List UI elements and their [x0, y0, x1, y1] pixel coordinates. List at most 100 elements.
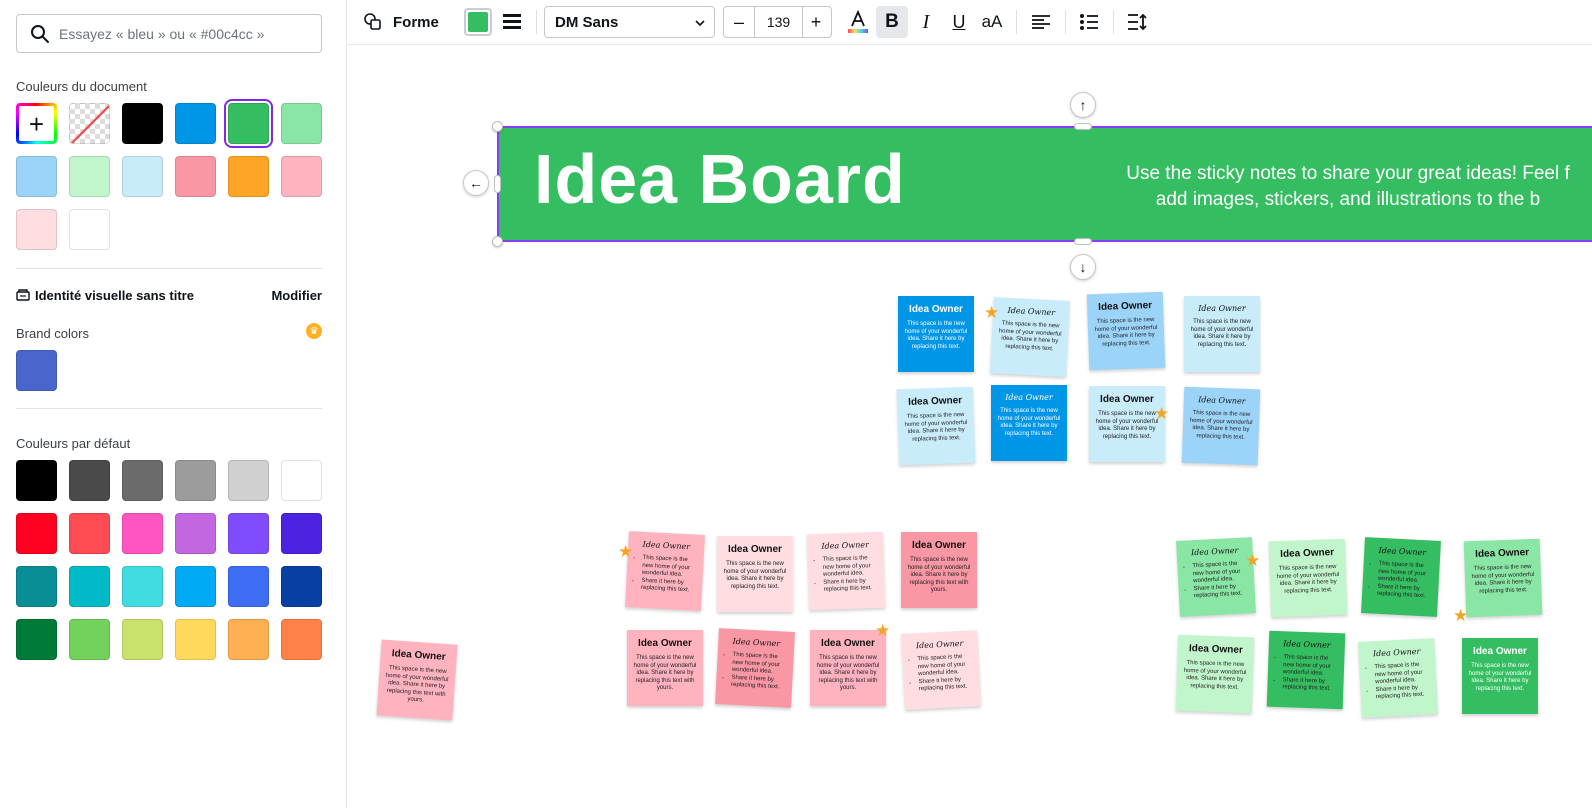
sticky-note[interactable]: Idea Owner This space is the new home of …: [625, 531, 705, 611]
sticky-note[interactable]: Idea Owner This space is the new home of …: [1089, 386, 1165, 462]
default-color-swatch[interactable]: [16, 460, 57, 501]
default-color-swatch[interactable]: [16, 513, 57, 554]
shape-button[interactable]: Forme: [359, 6, 443, 38]
banner-subtitle[interactable]: Use the sticky notes to share your great…: [1088, 161, 1592, 213]
resize-handle-top[interactable]: [1074, 123, 1092, 130]
document-color-swatch[interactable]: [281, 156, 322, 197]
sticky-note[interactable]: Idea Owner This space is the new home of …: [1361, 537, 1441, 617]
font-size-input[interactable]: 139: [754, 7, 803, 37]
default-color-swatch[interactable]: [228, 619, 269, 660]
sticky-note[interactable]: Idea Owner This space is the new home of …: [901, 630, 981, 710]
border-style-button[interactable]: [498, 6, 526, 38]
sticky-note[interactable]: Idea Owner This space is the new home of …: [810, 630, 886, 706]
default-color-swatch[interactable]: [228, 460, 269, 501]
decrease-font-size-button[interactable]: –: [724, 7, 754, 37]
default-color-swatch[interactable]: [69, 460, 110, 501]
default-color-swatch[interactable]: [281, 513, 322, 554]
font-family-select[interactable]: DM Sans: [544, 6, 715, 38]
default-color-swatch[interactable]: [122, 566, 163, 607]
sticky-note[interactable]: Idea Owner This space is the new home of …: [376, 639, 458, 721]
letter-case-button[interactable]: aA: [976, 6, 1008, 38]
italic-button[interactable]: I: [910, 6, 942, 38]
star-sticker-icon[interactable]: ★: [984, 304, 999, 321]
document-color-swatch[interactable]: [281, 103, 322, 144]
sticky-note[interactable]: Idea Owner This space is the new home of …: [896, 386, 976, 466]
sticky-note[interactable]: Idea Owner This space is the new home of …: [717, 536, 793, 612]
list-button[interactable]: [1073, 6, 1105, 38]
edit-brand-kit-button[interactable]: Modifier: [271, 288, 322, 303]
resize-handle-bottom[interactable]: [1074, 238, 1092, 245]
document-color-swatch[interactable]: [175, 103, 216, 144]
star-sticker-icon[interactable]: ★: [1154, 405, 1169, 422]
resize-handle-top-left[interactable]: [492, 121, 503, 132]
resize-handle-left[interactable]: [494, 175, 501, 193]
sticky-note[interactable]: Idea Owner This space is the new home of …: [990, 297, 1070, 377]
idea-board-banner[interactable]: Idea Board Use the sticky notes to share…: [498, 127, 1592, 241]
sticky-note[interactable]: Idea Owner This space is the new home of …: [991, 385, 1067, 461]
document-color-swatch[interactable]: [122, 103, 163, 144]
document-color-swatch[interactable]: [122, 156, 163, 197]
sticky-note[interactable]: Idea Owner This space is the new home of …: [1358, 638, 1438, 718]
document-color-swatch[interactable]: [16, 156, 57, 197]
default-color-swatch[interactable]: [281, 566, 322, 607]
document-color-swatch[interactable]: [16, 209, 57, 250]
document-color-swatch[interactable]: [228, 103, 269, 144]
star-sticker-icon[interactable]: ★: [1453, 607, 1468, 624]
default-color-swatch[interactable]: [16, 566, 57, 607]
sticky-note[interactable]: Idea Owner This space is the new home of …: [627, 630, 703, 706]
document-color-swatch[interactable]: [228, 156, 269, 197]
default-color-swatch[interactable]: [16, 619, 57, 660]
sticky-note[interactable]: Idea Owner This space is the new home of …: [1184, 296, 1260, 372]
document-color-swatch[interactable]: [69, 156, 110, 197]
sticky-note[interactable]: Idea Owner This space is the new home of …: [715, 628, 795, 708]
underline-button[interactable]: U: [943, 6, 975, 38]
default-color-swatch[interactable]: [122, 619, 163, 660]
arrow-left-icon[interactable]: ←: [463, 170, 489, 196]
sticky-note[interactable]: Idea Owner This space is the new home of …: [901, 532, 977, 608]
text-align-button[interactable]: [1025, 6, 1057, 38]
sticky-note[interactable]: Idea Owner This space is the new home of …: [1086, 291, 1166, 371]
fill-color-button[interactable]: [464, 8, 492, 36]
default-color-swatch[interactable]: [175, 566, 216, 607]
arrow-up-icon[interactable]: ↑: [1070, 92, 1096, 118]
bold-button[interactable]: B: [876, 6, 908, 38]
sticky-note[interactable]: Idea Owner This space is the new home of …: [1181, 386, 1261, 466]
sticky-note[interactable]: Idea Owner This space is the new home of …: [1176, 537, 1256, 617]
sticky-note[interactable]: Idea Owner This space is the new home of …: [898, 296, 974, 372]
color-search-box[interactable]: [16, 14, 322, 53]
default-color-swatch[interactable]: [69, 566, 110, 607]
default-color-swatch[interactable]: [281, 619, 322, 660]
spacing-button[interactable]: [1121, 6, 1153, 38]
sticky-note[interactable]: Idea Owner This space is the new home of …: [1266, 630, 1346, 710]
star-sticker-icon[interactable]: ★: [875, 622, 890, 639]
default-color-swatch[interactable]: [175, 513, 216, 554]
default-color-swatch[interactable]: [69, 513, 110, 554]
document-color-swatch[interactable]: [69, 209, 110, 250]
sticky-note[interactable]: Idea Owner This space is the new home of …: [1462, 638, 1538, 714]
brand-color-swatch[interactable]: [16, 350, 57, 391]
color-search-input[interactable]: [59, 15, 317, 52]
document-color-swatch[interactable]: [175, 156, 216, 197]
text-color-button[interactable]: [842, 6, 874, 38]
resize-handle-bottom-left[interactable]: [492, 236, 503, 247]
default-color-swatch[interactable]: [122, 513, 163, 554]
sticky-note[interactable]: Idea Owner This space is the new home of …: [1463, 538, 1543, 618]
default-color-swatch[interactable]: [175, 460, 216, 501]
star-sticker-icon[interactable]: ★: [618, 543, 633, 560]
sticky-note[interactable]: Idea Owner This space is the new home of …: [1175, 634, 1255, 714]
increase-font-size-button[interactable]: +: [801, 7, 831, 37]
transparent-swatch[interactable]: [69, 103, 110, 144]
default-color-swatch[interactable]: [122, 460, 163, 501]
star-sticker-icon[interactable]: ★: [1245, 552, 1260, 569]
default-color-swatch[interactable]: [228, 513, 269, 554]
sticky-note[interactable]: Idea Owner This space is the new home of …: [806, 531, 886, 611]
default-color-swatch[interactable]: [228, 566, 269, 607]
default-color-swatch[interactable]: [281, 460, 322, 501]
banner-title[interactable]: Idea Board: [534, 139, 906, 219]
add-color-button[interactable]: +: [16, 103, 57, 144]
design-canvas[interactable]: Idea Board Use the sticky notes to share…: [347, 46, 1592, 808]
default-color-swatch[interactable]: [175, 619, 216, 660]
sticky-note[interactable]: Idea Owner This space is the new home of …: [1268, 538, 1348, 618]
arrow-down-icon[interactable]: ↓: [1070, 254, 1096, 280]
default-color-swatch[interactable]: [69, 619, 110, 660]
